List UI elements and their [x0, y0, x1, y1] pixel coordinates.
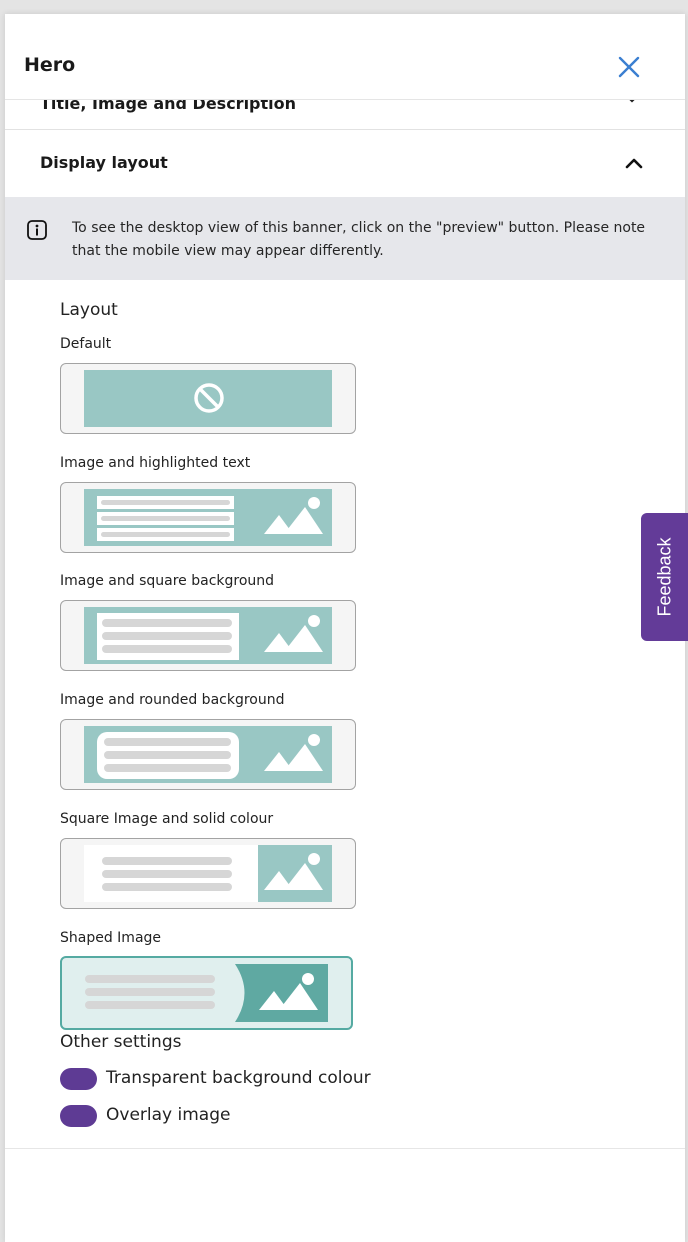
feedback-button[interactable]: Feedback — [641, 513, 688, 641]
layout-option-label: Image and rounded background — [60, 692, 285, 708]
info-banner: To see the desktop view of this banner, … — [5, 197, 685, 280]
layout-option-label: Image and square background — [60, 573, 275, 589]
layout-option-shaped-image[interactable] — [60, 956, 353, 1030]
layout-option-image-rounded-background[interactable] — [60, 719, 356, 790]
layout-option-square-image-solid-colour[interactable] — [60, 838, 356, 909]
feedback-label: Feedback — [654, 537, 674, 617]
close-icon — [618, 56, 640, 78]
layout-option-label: Image and highlighted text — [60, 455, 251, 471]
section-title: Display layout — [40, 153, 168, 172]
layout-option-image-highlighted-text[interactable] — [60, 482, 356, 553]
close-button[interactable] — [617, 55, 641, 79]
image-icon — [85, 964, 328, 1022]
section-title-image-description[interactable]: Title, Image and Description — [5, 100, 685, 130]
layout-heading: Layout — [60, 300, 118, 320]
other-settings-heading: Other settings — [60, 1032, 182, 1052]
transparent-background-toggle[interactable] — [60, 1068, 97, 1090]
section-label: Title, Image and Description — [40, 100, 297, 113]
image-icon — [84, 845, 332, 902]
section-display-layout[interactable]: Display layout — [5, 131, 685, 197]
info-text: To see the desktop view of this banner, … — [72, 220, 646, 259]
no-image-icon — [84, 370, 332, 427]
image-icon — [84, 607, 332, 664]
divider — [5, 1148, 685, 1149]
toggle-label: Overlay image — [106, 1105, 231, 1125]
hero-settings-panel: Hero Title, Image and Description Displa… — [5, 14, 685, 1242]
layout-option-default[interactable] — [60, 363, 356, 434]
image-icon — [84, 726, 332, 783]
toggle-label: Transparent background colour — [106, 1068, 371, 1088]
chevron-up-icon — [625, 158, 643, 169]
layout-option-label: Square Image and solid colour — [60, 811, 274, 827]
layout-option-label: Shaped Image — [60, 930, 162, 946]
image-icon — [84, 489, 332, 546]
info-icon — [27, 220, 47, 240]
chevron-down-icon — [629, 100, 635, 103]
layout-option-label: Default — [60, 336, 112, 352]
panel-header: Hero — [5, 14, 685, 100]
panel-title: Hero — [24, 54, 76, 76]
overlay-image-toggle[interactable] — [60, 1105, 97, 1127]
layout-option-image-square-background[interactable] — [60, 600, 356, 671]
